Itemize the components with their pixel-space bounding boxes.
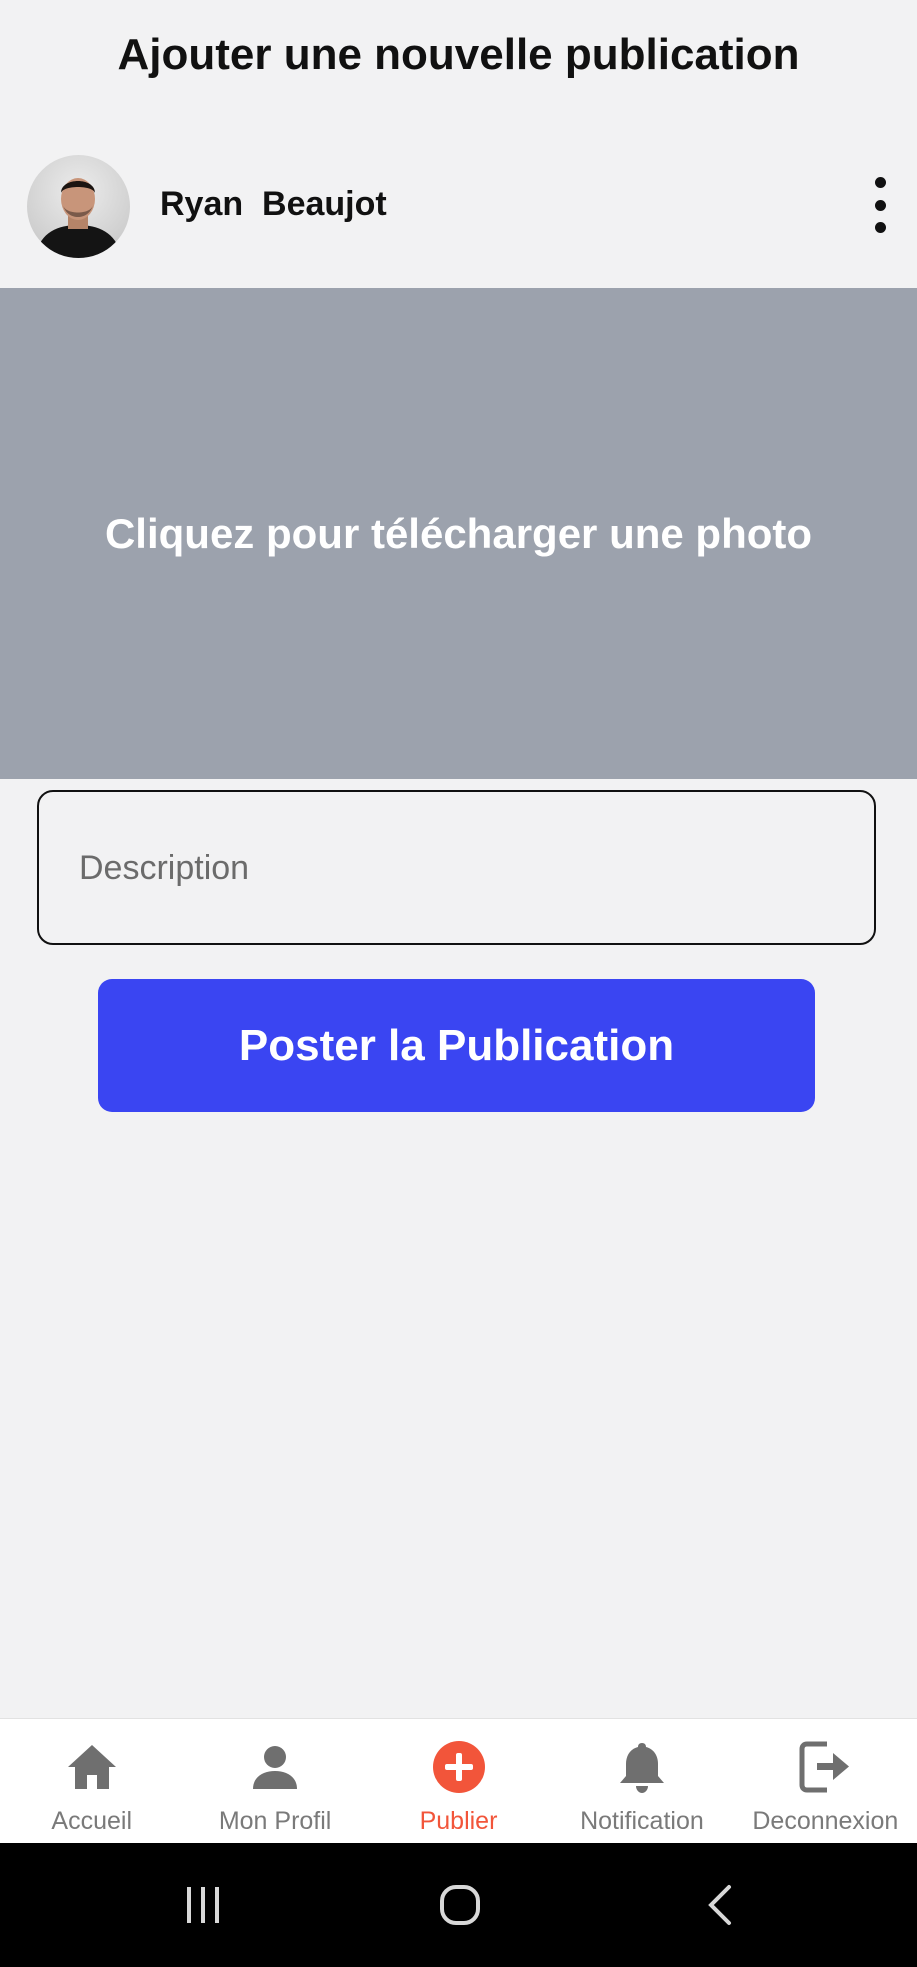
nav-label: Mon Profil: [218, 1807, 332, 1835]
back-chevron-icon[interactable]: [660, 1843, 780, 1967]
author-row: Ryan Beaujot: [27, 155, 907, 258]
page-title: Ajouter une nouvelle publication: [117, 30, 800, 79]
home-icon: [64, 1739, 120, 1795]
bell-icon: [614, 1739, 670, 1795]
nav-item-accueil[interactable]: Accueil: [0, 1719, 183, 1844]
logout-icon: [797, 1739, 853, 1795]
person-icon: [247, 1739, 303, 1795]
add-circle-icon: [431, 1739, 487, 1795]
nav-item-notification[interactable]: Notification: [550, 1719, 733, 1844]
nav-label: Notification: [580, 1807, 704, 1835]
avatar[interactable]: [27, 155, 130, 258]
more-options-button[interactable]: [865, 177, 895, 233]
nav-label: Deconnexion: [752, 1807, 899, 1835]
nav-item-mon-profil[interactable]: Mon Profil: [183, 1719, 366, 1844]
photo-upload-area[interactable]: Cliquez pour télécharger une photo: [0, 288, 917, 779]
nav-item-deconnexion[interactable]: Deconnexion: [734, 1719, 917, 1844]
nav-item-publier[interactable]: Publier: [367, 1719, 550, 1844]
author-name[interactable]: Ryan Beaujot: [160, 185, 387, 224]
description-field[interactable]: [37, 790, 876, 945]
recents-icon[interactable]: [143, 1843, 263, 1967]
avatar-photo: [35, 178, 122, 258]
more-vertical-icon: [874, 177, 886, 188]
nav-label: Accueil: [51, 1807, 132, 1835]
upload-label: Cliquez pour télécharger une photo: [104, 509, 813, 557]
home-circle-icon[interactable]: [400, 1843, 520, 1967]
nav-label: Publier: [419, 1807, 498, 1835]
post-publication-button[interactable]: Poster la Publication: [98, 979, 815, 1112]
bottom-navigation: Accueil Mon Profil Publier Notification …: [0, 1718, 917, 1844]
system-navigation-bar: [0, 1843, 917, 1967]
description-input[interactable]: [77, 792, 841, 945]
